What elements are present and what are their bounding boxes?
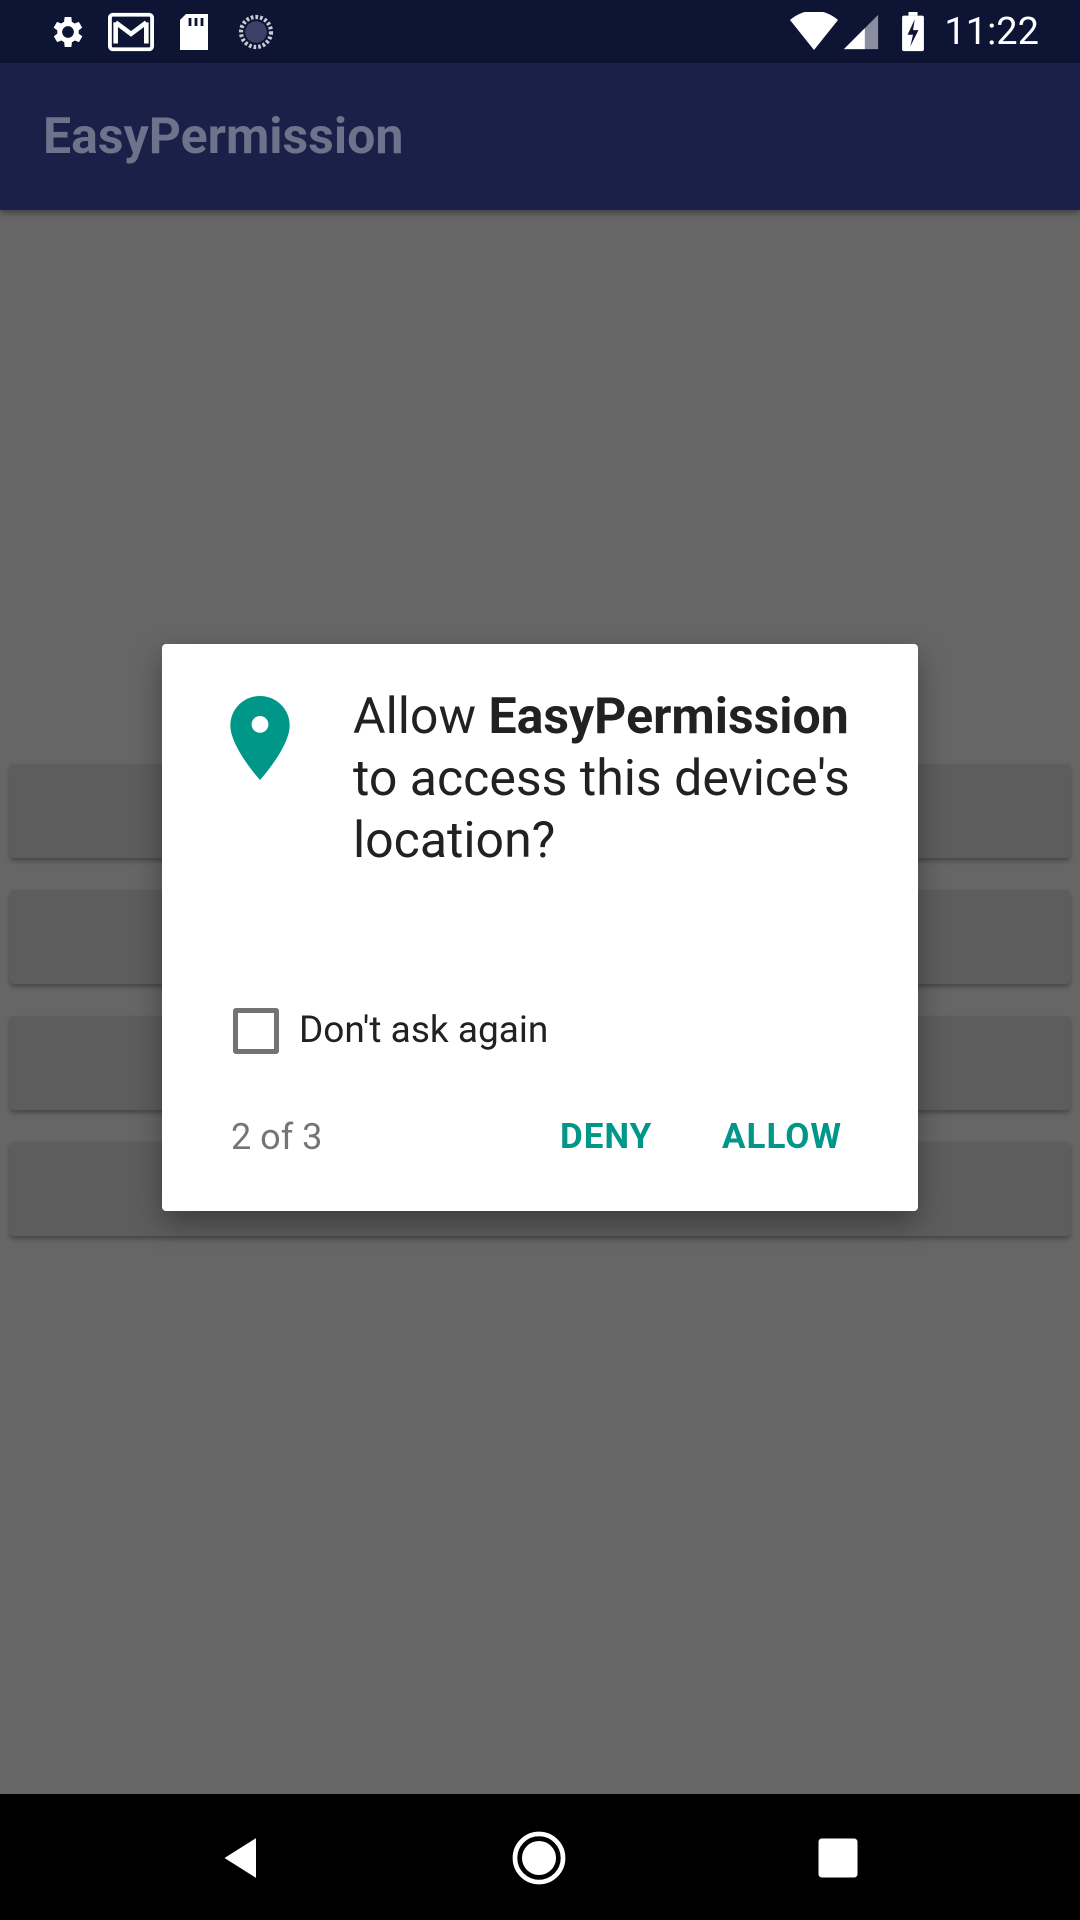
- cell-signal-icon: [843, 14, 879, 50]
- home-icon[interactable]: [510, 1830, 568, 1886]
- dont-ask-again-label[interactable]: Don't ask again: [299, 1008, 548, 1054]
- sync-icon: [238, 14, 274, 50]
- back-icon[interactable]: [214, 1830, 270, 1886]
- sd-card-icon: [180, 14, 208, 50]
- battery-charging-icon: [902, 12, 924, 52]
- permission-message: Allow EasyPermission to access this devi…: [353, 686, 873, 872]
- message-suffix: to access this device's location?: [353, 750, 850, 870]
- navigation-bar: [0, 1794, 1080, 1920]
- gmail-icon: [108, 12, 154, 52]
- app-bar: EasyPermission: [0, 63, 1080, 210]
- app-title: EasyPermission: [43, 108, 404, 166]
- dont-ask-again-checkbox[interactable]: [233, 1008, 279, 1054]
- status-time: 11:22: [944, 10, 1039, 54]
- permission-dialog: Allow EasyPermission to access this devi…: [162, 644, 918, 1211]
- message-app-name: EasyPermission: [488, 688, 849, 746]
- recents-icon[interactable]: [812, 1830, 864, 1886]
- permission-counter: 2 of 3: [231, 1116, 323, 1158]
- wifi-icon: [790, 12, 838, 50]
- allow-button[interactable]: ALLOW: [722, 1114, 842, 1160]
- message-prefix: Allow: [353, 688, 489, 746]
- gear-icon: [53, 17, 83, 47]
- status-bar: 11:22: [0, 0, 1080, 63]
- deny-button[interactable]: DENY: [560, 1114, 652, 1160]
- location-pin-icon: [230, 696, 290, 780]
